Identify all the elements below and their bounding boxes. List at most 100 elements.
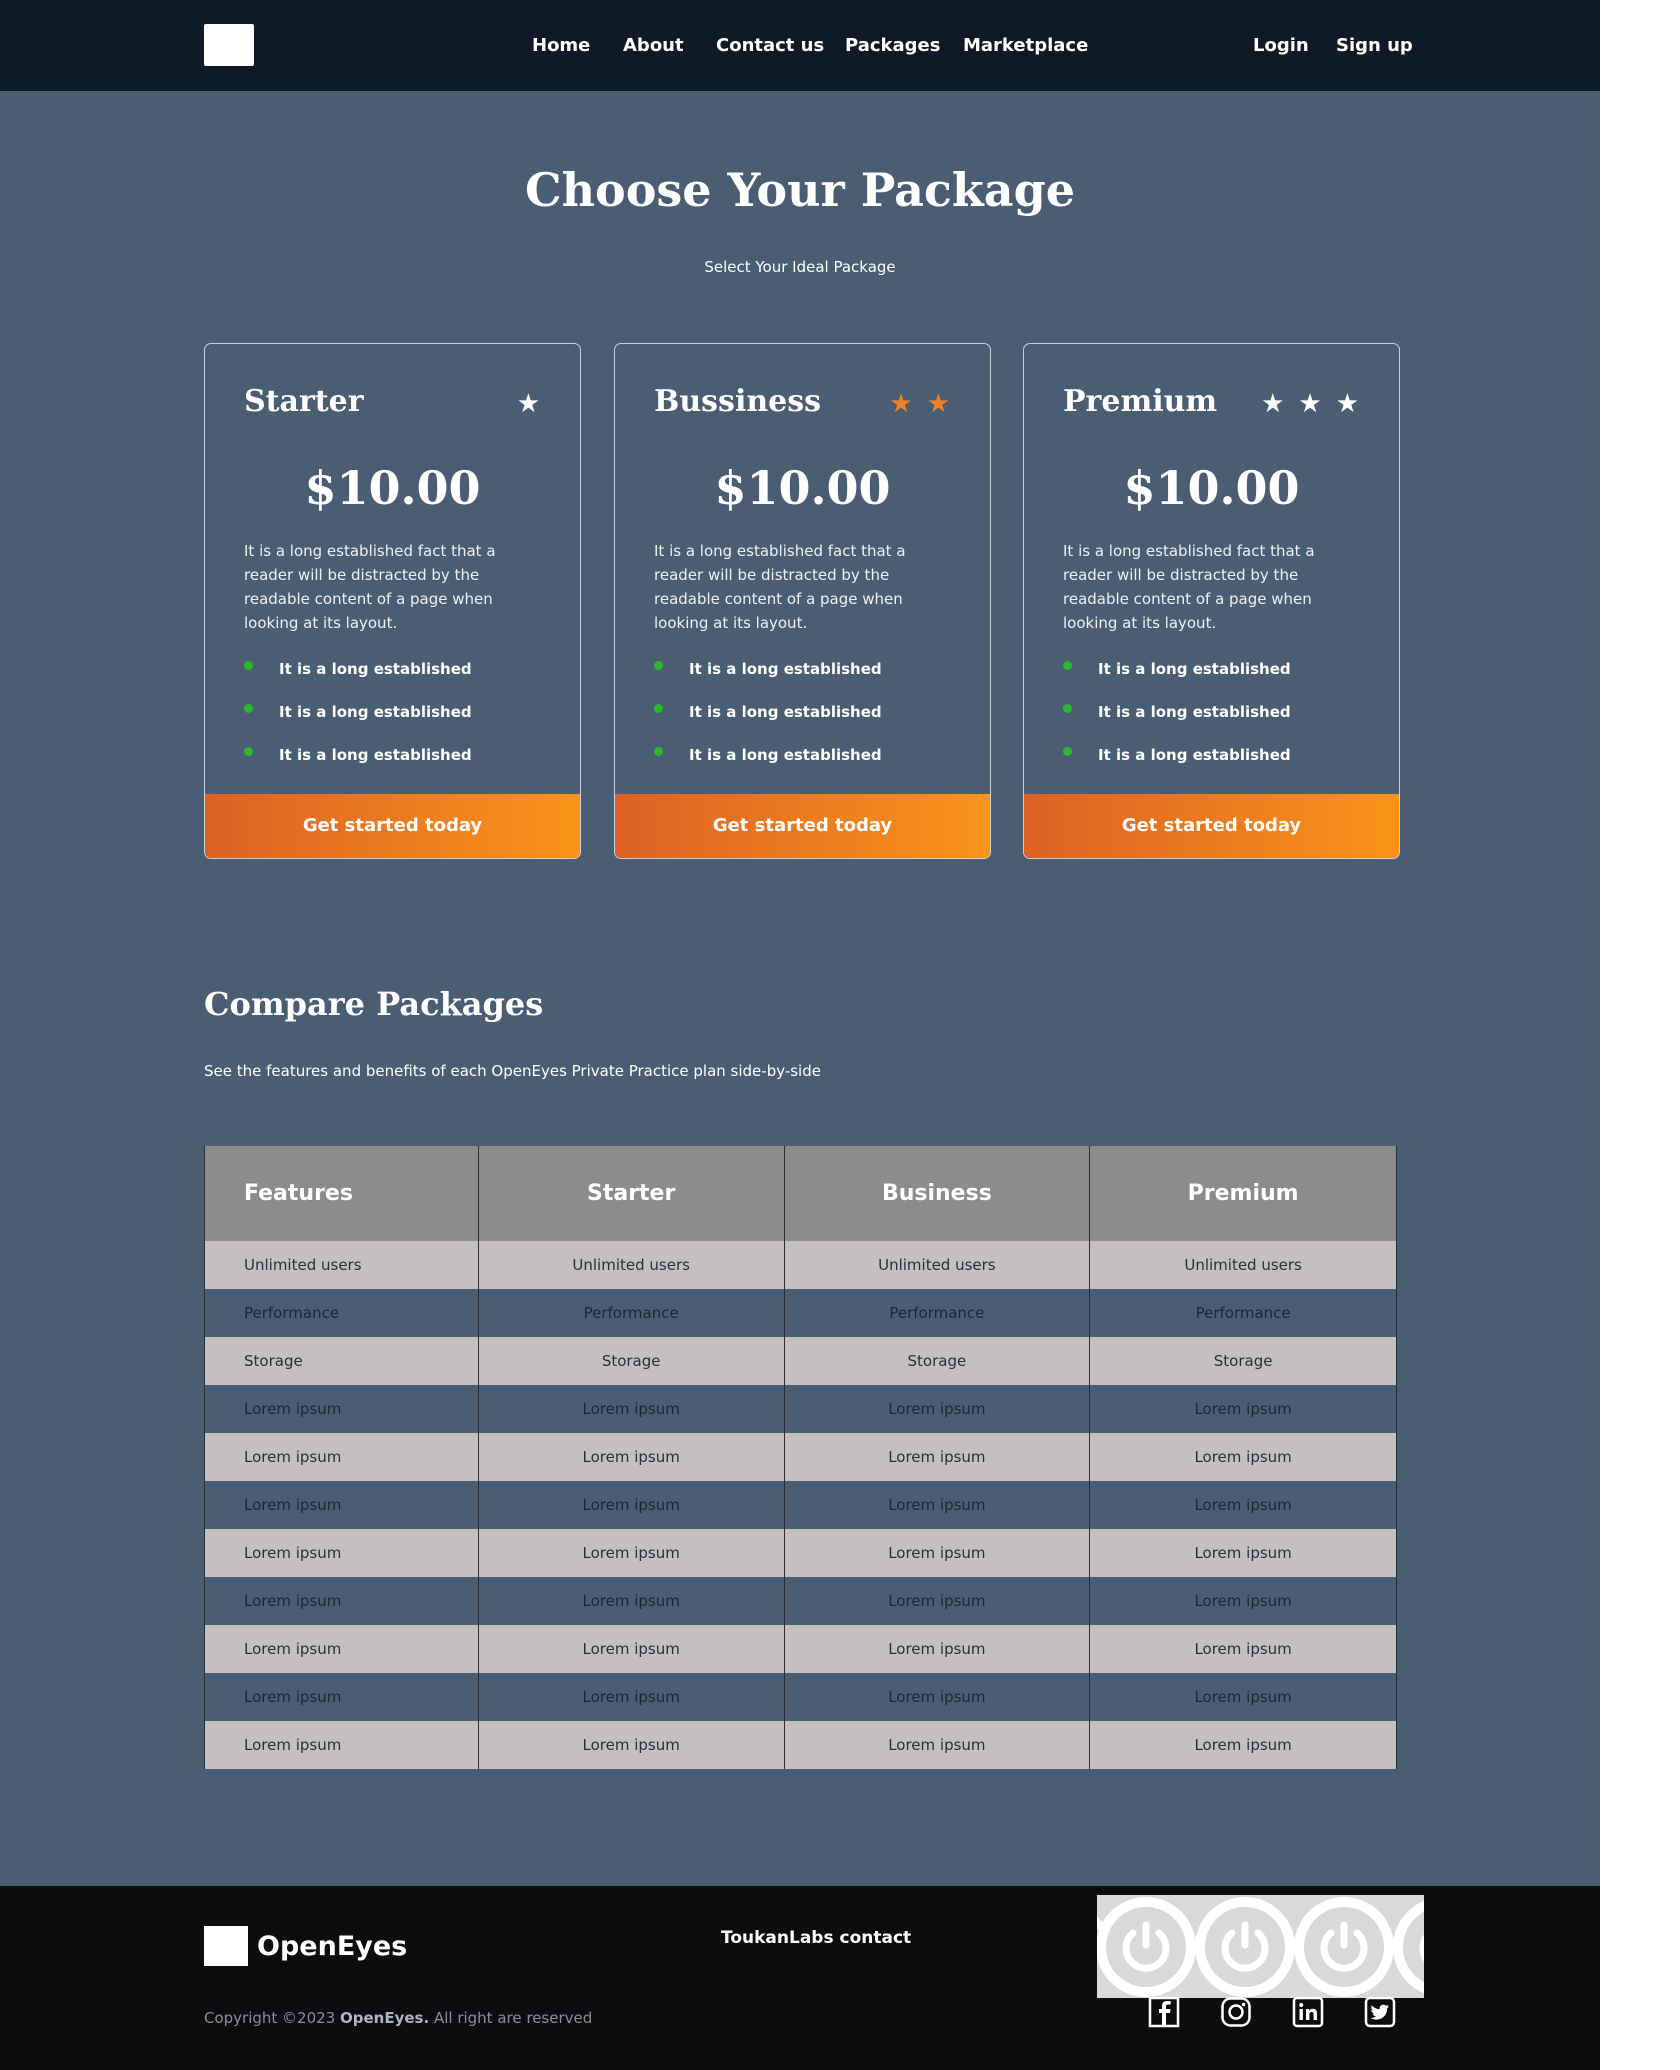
- bullet-icon: [654, 661, 663, 670]
- star-icon: ★: [889, 388, 913, 418]
- package-description: It is a long established fact that a rea…: [244, 542, 496, 632]
- table-cell: Lorem ipsum: [783, 1577, 1091, 1625]
- feature-item: It is a long established: [1063, 700, 1291, 743]
- column-header: Starter: [477, 1146, 785, 1241]
- table-cell: Unlimited users: [477, 1241, 785, 1289]
- bullet-icon: [1063, 704, 1072, 713]
- feature-item: It is a long established: [1063, 657, 1291, 700]
- table-cell: Lorem ipsum: [204, 1481, 479, 1529]
- table-cell: Lorem ipsum: [1089, 1721, 1397, 1769]
- feature-item: It is a long established: [654, 743, 882, 786]
- table-cell: Lorem ipsum: [204, 1433, 479, 1481]
- feature-item: It is a long established: [244, 743, 472, 786]
- table-cell: Lorem ipsum: [1089, 1625, 1397, 1673]
- package-card-starter: Starter ★ $10.00 It is a long establishe…: [204, 343, 581, 859]
- package-price: $10.00: [1123, 461, 1300, 515]
- package-price: $10.00: [304, 461, 481, 515]
- footer-logo[interactable]: [204, 1926, 248, 1966]
- feature-item: It is a long established: [654, 657, 882, 700]
- table-cell: Performance: [1089, 1289, 1397, 1337]
- package-features: It is a long established It is a long es…: [654, 657, 882, 786]
- package-features: It is a long established It is a long es…: [1063, 657, 1291, 786]
- table-cell: Storage: [783, 1337, 1091, 1385]
- navbar: Home About Contact us Packages Marketpla…: [0, 0, 1600, 91]
- feature-text: It is a long established: [279, 660, 472, 678]
- bullet-icon: [654, 704, 663, 713]
- nav-packages-link[interactable]: Packages: [845, 34, 940, 58]
- feature-text: It is a long established: [689, 703, 882, 721]
- bullet-icon: [244, 661, 253, 670]
- table-cell: Lorem ipsum: [477, 1721, 785, 1769]
- column-header: Business: [783, 1146, 1091, 1241]
- compare-table: Features Starter Business Premium Unlimi…: [204, 1146, 1397, 1769]
- bullet-icon: [654, 747, 663, 756]
- linkedin-icon[interactable]: [1292, 1996, 1324, 2028]
- table-cell: Lorem ipsum: [783, 1481, 1091, 1529]
- package-card-business: Bussiness ★ ★ $10.00 It is a long establi…: [614, 343, 991, 859]
- table-cell: Performance: [783, 1289, 1091, 1337]
- get-started-button[interactable]: Get started today: [1024, 794, 1399, 858]
- copyright-prefix: Copyright ©2023: [204, 2009, 341, 2027]
- bullet-icon: [1063, 661, 1072, 670]
- page-subtitle: Select Your Ideal Package: [704, 258, 896, 276]
- nav-contact-link[interactable]: Contact us: [716, 34, 824, 58]
- feature-text: It is a long established: [1098, 746, 1291, 764]
- footer-brand: OpenEyes: [257, 1931, 408, 1962]
- star-icon: ★: [926, 388, 950, 418]
- feature-item: It is a long established: [654, 700, 882, 743]
- feature-text: It is a long established: [1098, 660, 1291, 678]
- bullet-icon: [244, 747, 253, 756]
- package-features: It is a long established It is a long es…: [244, 657, 472, 786]
- package-rating: ★ ★: [889, 388, 950, 418]
- table-cell: Unlimited users: [204, 1241, 479, 1289]
- compare-subtitle: See the features and benefits of each Op…: [204, 1062, 821, 1080]
- table-row: Unlimited users Unlimited users Unlimited …: [204, 1241, 1397, 1289]
- table-cell: Lorem ipsum: [1089, 1385, 1397, 1433]
- table-cell: Lorem ipsum: [204, 1625, 479, 1673]
- table-cell: Lorem ipsum: [783, 1673, 1091, 1721]
- nav-home-link[interactable]: Home: [532, 34, 590, 58]
- feature-item: It is a long established: [244, 657, 472, 700]
- feature-text: It is a long established: [689, 746, 882, 764]
- package-price: $10.00: [714, 461, 891, 515]
- star-icon: ★: [1261, 388, 1285, 418]
- facebook-icon[interactable]: [1148, 1996, 1180, 2028]
- table-cell: Lorem ipsum: [783, 1529, 1091, 1577]
- table-cell: Lorem ipsum: [1089, 1577, 1397, 1625]
- instagram-icon[interactable]: [1220, 1996, 1252, 2028]
- social-links: [1148, 1996, 1396, 2028]
- table-body: Unlimited users Unlimited users Unlimited …: [204, 1241, 1397, 1769]
- logo[interactable]: [204, 24, 254, 66]
- copyright-brand: OpenEyes.: [340, 2009, 430, 2027]
- contact-link[interactable]: ToukanLabs contact: [721, 1926, 911, 1950]
- column-header: Premium: [1089, 1146, 1397, 1241]
- table-cell: Lorem ipsum: [477, 1625, 785, 1673]
- table-row: Storage Storage Storage Storage: [204, 1337, 1397, 1385]
- table-row: Lorem ipsum Lorem ipsum Lorem ipsum Lorem i…: [204, 1529, 1397, 1577]
- table-cell: Unlimited users: [783, 1241, 1091, 1289]
- feature-text: It is a long established: [689, 660, 882, 678]
- feature-text: It is a long established: [279, 703, 472, 721]
- table-row: Lorem ipsum Lorem ipsum Lorem ipsum Lorem i…: [204, 1577, 1397, 1625]
- page-title: Choose Your Package: [524, 163, 1076, 217]
- feature-text: It is a long established: [279, 746, 472, 764]
- login-link[interactable]: Login: [1253, 34, 1309, 58]
- twitter-icon[interactable]: [1364, 1996, 1396, 2028]
- package-rating: ★: [517, 388, 540, 418]
- get-started-button[interactable]: Get started today: [205, 794, 580, 858]
- table-cell: Lorem ipsum: [204, 1577, 479, 1625]
- signup-link[interactable]: Sign up: [1336, 34, 1413, 58]
- table-cell: Lorem ipsum: [477, 1529, 785, 1577]
- table-row: Lorem ipsum Lorem ipsum Lorem ipsum Lorem i…: [204, 1481, 1397, 1529]
- table-row: Lorem ipsum Lorem ipsum Lorem ipsum Lorem i…: [204, 1721, 1397, 1769]
- nav-marketplace-link[interactable]: Marketplace: [963, 34, 1088, 58]
- table-cell: Lorem ipsum: [1089, 1433, 1397, 1481]
- nav-about-link[interactable]: About: [623, 34, 684, 58]
- table-cell: Lorem ipsum: [1089, 1481, 1397, 1529]
- column-header: Features: [204, 1146, 479, 1241]
- get-started-button[interactable]: Get started today: [615, 794, 990, 858]
- table-row: Lorem ipsum Lorem ipsum Lorem ipsum Lorem i…: [204, 1625, 1397, 1673]
- table-cell: Lorem ipsum: [783, 1625, 1091, 1673]
- power-icon-pattern: [1097, 1897, 1424, 1997]
- table-cell: Lorem ipsum: [204, 1385, 479, 1433]
